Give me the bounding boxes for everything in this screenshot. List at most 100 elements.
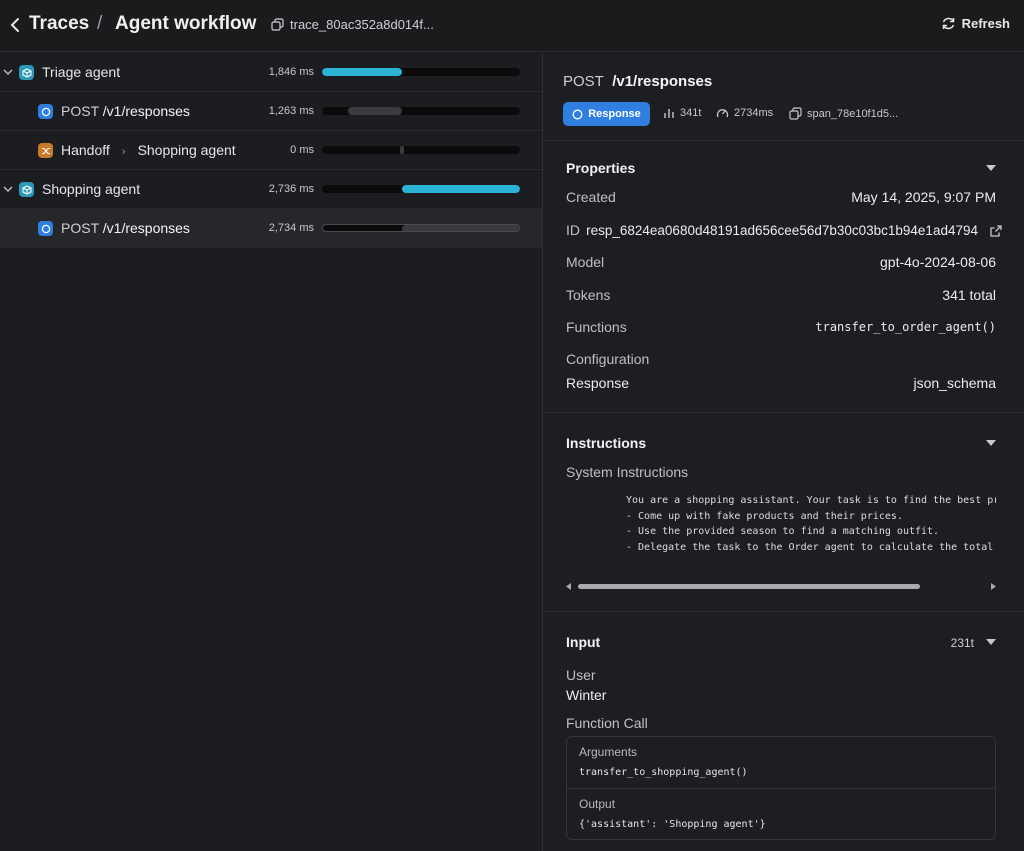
detail-title: POST /v1/responses bbox=[563, 73, 712, 90]
response-icon bbox=[38, 221, 53, 236]
span-row-shopping-agent[interactable]: Shopping agent 2,736 ms bbox=[0, 170, 542, 209]
shuffle-icon bbox=[38, 143, 53, 158]
model-label: Model bbox=[566, 254, 605, 270]
function-call-card: Arguments transfer_to_shopping_agent() O… bbox=[566, 736, 996, 840]
span-label: POST /v1/responses bbox=[61, 220, 190, 236]
span-timeline-track bbox=[322, 224, 520, 232]
detail-method: POST bbox=[563, 73, 604, 90]
external-link-icon[interactable] bbox=[990, 225, 1002, 237]
id-label: ID bbox=[566, 222, 580, 238]
span-timeline-track bbox=[322, 146, 520, 154]
configuration-label: Configuration bbox=[566, 351, 650, 367]
span-label: Triage agent bbox=[42, 64, 121, 80]
refresh-label: Refresh bbox=[961, 16, 1010, 31]
bar-chart-icon bbox=[664, 109, 674, 118]
breadcrumb-separator: / bbox=[97, 13, 103, 34]
chevron-down-icon[interactable] bbox=[3, 68, 13, 76]
section-divider bbox=[543, 412, 1024, 413]
input-token-count: 231t bbox=[950, 636, 974, 650]
tokens-label: Tokens bbox=[566, 287, 611, 303]
tokens-value: 341 total bbox=[942, 287, 996, 303]
scrollbar-thumb[interactable] bbox=[578, 584, 920, 589]
span-label: POST /v1/responses bbox=[61, 103, 190, 119]
refresh-icon bbox=[942, 17, 954, 30]
id-value: resp_6824ea0680d48191ad656cee56d7b30c03b… bbox=[586, 223, 978, 238]
caret-down-icon[interactable] bbox=[986, 639, 996, 645]
span-duration: 2,734 ms bbox=[268, 222, 314, 234]
time-stat: 2734ms bbox=[716, 107, 773, 119]
caret-down-icon[interactable] bbox=[986, 440, 996, 446]
agent-icon bbox=[19, 65, 34, 80]
horizontal-scrollbar[interactable] bbox=[566, 581, 996, 591]
agent-icon bbox=[19, 182, 34, 197]
span-id-text: span_78e10f1d5... bbox=[807, 107, 899, 120]
time-stat-value: 2734ms bbox=[734, 107, 774, 119]
trace-id-copy[interactable]: trace_80ac352a8d014f... bbox=[271, 17, 434, 32]
system-instructions-label: System Instructions bbox=[566, 464, 689, 480]
span-method: POST bbox=[61, 220, 99, 236]
copy-icon bbox=[271, 18, 284, 31]
span-row-response[interactable]: POST /v1/responses 1,263 ms bbox=[0, 92, 542, 131]
response-icon bbox=[38, 104, 53, 119]
chevron-down-icon[interactable] bbox=[3, 185, 13, 193]
instruction-line: - Come up with fake products and their p… bbox=[626, 510, 903, 522]
input-heading: Input bbox=[566, 634, 601, 650]
output-value: {'assistant': 'Shopping agent'} bbox=[579, 819, 766, 830]
instruction-line: You are a shopping assistant. Your task … bbox=[626, 495, 996, 506]
properties-heading: Properties bbox=[566, 160, 636, 176]
chevron-right-icon: › bbox=[118, 146, 129, 158]
gauge-icon bbox=[716, 109, 729, 118]
span-timeline-bar bbox=[347, 107, 403, 115]
span-timeline-track bbox=[322, 68, 520, 76]
scroll-right-icon[interactable] bbox=[990, 583, 996, 590]
copy-icon bbox=[789, 107, 802, 120]
trace-id-text: trace_80ac352a8d014f... bbox=[290, 17, 434, 32]
function-call-label: Function Call bbox=[566, 715, 648, 731]
span-detail-panel: POST /v1/responses Response 341t 2734ms … bbox=[543, 53, 1024, 851]
section-divider bbox=[543, 140, 1024, 141]
chevron-left-icon[interactable] bbox=[8, 15, 22, 35]
created-value: May 14, 2025, 9:07 PM bbox=[851, 189, 996, 205]
span-label: Shopping agent bbox=[42, 181, 141, 197]
span-tree: Triage agent 1,846 ms POST /v1/responses… bbox=[0, 53, 542, 851]
section-divider bbox=[543, 611, 1024, 612]
system-instructions-text[interactable]: You are a shopping assistant. Your task … bbox=[626, 493, 996, 569]
span-path: /v1/responses bbox=[102, 220, 190, 236]
handoff-target: Shopping agent bbox=[137, 142, 236, 158]
response-badge[interactable]: Response bbox=[563, 102, 650, 126]
span-duration: 1,846 ms bbox=[268, 66, 314, 78]
response-badge-label: Response bbox=[588, 108, 641, 120]
response-format-value: json_schema bbox=[913, 375, 997, 391]
span-timeline-track bbox=[322, 107, 520, 115]
span-path: /v1/responses bbox=[102, 103, 190, 119]
caret-down-icon[interactable] bbox=[986, 165, 996, 171]
span-id-copy[interactable]: span_78e10f1d5... bbox=[789, 107, 898, 120]
created-label: Created bbox=[566, 189, 616, 205]
span-timeline-bar bbox=[402, 185, 520, 193]
scroll-left-icon[interactable] bbox=[566, 583, 572, 590]
span-method: POST bbox=[61, 103, 99, 119]
span-duration: 1,263 ms bbox=[268, 105, 314, 117]
response-icon bbox=[572, 109, 583, 119]
refresh-button[interactable]: Refresh bbox=[941, 16, 1010, 31]
instruction-line: - Use the provided season to find a matc… bbox=[626, 526, 940, 538]
model-value: gpt-4o-2024-08-06 bbox=[880, 254, 996, 270]
top-bar: Traces / Agent workflow trace_80ac352a8d… bbox=[0, 0, 1024, 52]
arguments-label: Arguments bbox=[579, 745, 638, 759]
functions-label: Functions bbox=[566, 319, 627, 335]
token-stat-value: 341t bbox=[680, 107, 702, 119]
span-duration: 0 ms bbox=[290, 144, 314, 156]
breadcrumb-traces[interactable]: Traces bbox=[29, 13, 89, 35]
span-row-response-selected[interactable]: POST /v1/responses 2,734 ms bbox=[0, 209, 542, 248]
instructions-heading: Instructions bbox=[566, 435, 647, 451]
card-divider bbox=[567, 788, 995, 789]
span-row-triage-agent[interactable]: Triage agent 1,846 ms bbox=[0, 53, 542, 92]
page-title: Agent workflow bbox=[115, 13, 257, 34]
response-format-label: Response bbox=[566, 375, 630, 391]
span-duration: 2,736 ms bbox=[268, 183, 314, 195]
span-timeline-bar bbox=[322, 68, 403, 76]
span-timeline-track bbox=[322, 185, 520, 193]
functions-value: transfer_to_order_agent() bbox=[815, 320, 996, 334]
span-row-handoff[interactable]: Handoff › Shopping agent 0 ms bbox=[0, 131, 542, 170]
arguments-value: transfer_to_shopping_agent() bbox=[579, 767, 748, 778]
